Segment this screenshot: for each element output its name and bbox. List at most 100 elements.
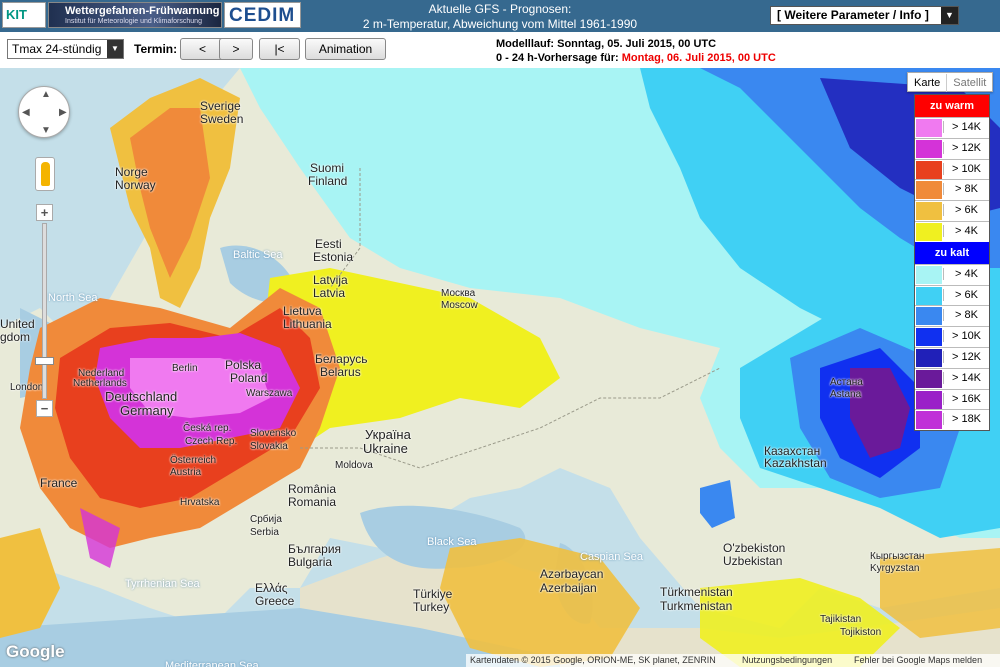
street-view-pegman-icon[interactable] — [35, 157, 55, 191]
map-label: Czech Rep. — [185, 436, 238, 447]
tab-karte[interactable]: Karte — [908, 74, 946, 92]
chevron-down-icon: ▼ — [941, 7, 958, 24]
legend-swatch — [916, 328, 942, 347]
more-parameters-value: [ Weitere Parameter / Info ] — [777, 8, 929, 22]
legend-label: > 6K — [943, 204, 989, 217]
page-title-line1: Aktuelle GFS - Prognosen: — [428, 2, 572, 16]
map-label: Finland — [308, 174, 348, 188]
map-label: Turkey — [413, 600, 450, 614]
variable-select[interactable]: Tmax 24-stündig ▼ — [7, 39, 124, 59]
termin-label: Termin: — [134, 42, 178, 56]
map-canvas[interactable]: Sverige Sweden Norge Norway Suomi Finland Balt… — [0, 68, 1000, 667]
legend-label: > 18K — [943, 413, 989, 426]
terms-link[interactable]: Nutzungsbedingungen — [742, 655, 832, 665]
map-label: Mediterranean Sea — [165, 660, 259, 667]
cedim-logo[interactable]: CEDIM — [224, 2, 301, 28]
map-label: Romania — [288, 495, 337, 509]
map-label: North Sea — [48, 292, 98, 304]
legend-label: > 4K — [943, 224, 989, 237]
warning-banner-subtitle: Institut für Meteorologie und Klimaforsc… — [65, 18, 202, 25]
legend-swatch — [916, 286, 942, 305]
map-label: Warszawa — [246, 388, 293, 399]
zoom-slider-track[interactable] — [42, 223, 47, 399]
map-label: Caspian Sea — [580, 551, 643, 563]
pan-up-icon[interactable]: ▲ — [41, 89, 51, 100]
more-parameters-select[interactable]: [ Weitere Parameter / Info ] ▼ — [770, 6, 959, 25]
forecast-prefix: 0 - 24 h-Vorhersage für: — [496, 52, 622, 64]
legend-swatch — [916, 390, 942, 409]
legend-row: > 8K — [915, 179, 989, 200]
report-error-link[interactable]: Fehler bei Google Maps melden — [854, 655, 982, 665]
legend-cold-rows: > 4K > 6K > 8K > 10K > 12K > 14K > 16K > 18K — [915, 263, 989, 430]
legend-label: > 12K — [943, 141, 989, 154]
map-label: Turkmenistan — [660, 599, 733, 613]
pan-left-icon[interactable]: ◀ — [22, 107, 30, 118]
legend-row: > 10K — [915, 158, 989, 180]
legend-row: > 12K — [915, 137, 989, 159]
map-label: Moscow — [441, 300, 478, 311]
zoom-in-button[interactable]: + — [36, 204, 53, 221]
kit-logo[interactable]: KIT — [2, 2, 46, 28]
warning-banner-logo[interactable]: Wetter­gefahren-Frühwarnung Institut für… — [48, 2, 222, 28]
map-label: gdom — [0, 330, 31, 344]
animation-button[interactable]: Animation — [305, 38, 386, 60]
map-label: Uzbekistan — [723, 554, 783, 568]
map-label: Slovensko — [250, 428, 297, 439]
map-label: Србија — [250, 514, 282, 525]
attribution-data: Kartendaten © 2015 Google, ORION-ME, SK … — [470, 655, 716, 665]
legend-label: > 10K — [943, 162, 989, 175]
variable-select-value: Tmax 24-stündig — [12, 42, 102, 56]
legend-swatch — [916, 307, 942, 326]
chevron-down-icon: ▼ — [107, 40, 123, 58]
map-label: Україна — [365, 427, 411, 442]
map-label: London — [10, 382, 44, 393]
map-label: Sweden — [200, 112, 244, 126]
page-title: Aktuelle GFS - Prognosen: 2 m-Temperatur… — [350, 2, 650, 32]
legend-row: > 14K — [915, 117, 989, 138]
legend-swatch — [916, 222, 942, 241]
map-label: Baltic Sea — [233, 249, 283, 261]
legend-row: > 4K — [915, 263, 989, 285]
kit-logo-text: KIT — [6, 7, 27, 22]
pan-right-icon[interactable]: ▶ — [59, 107, 67, 118]
legend-label: > 14K — [943, 371, 989, 384]
map-label: Azerbaijan — [540, 581, 597, 595]
map-label: Kazakhstan — [764, 456, 827, 470]
map-attribution: Kartendaten © 2015 Google, ORION-ME, SK … — [466, 654, 1000, 667]
pan-down-icon[interactable]: ▼ — [41, 125, 51, 136]
map-label: Netherlands — [73, 378, 127, 389]
map-label: Belarus — [320, 365, 361, 379]
header-bar: KIT Wetter­gefahren-Frühwarnung Institut… — [0, 0, 1000, 32]
legend-label: > 4K — [943, 267, 989, 280]
zoom-out-button[interactable]: − — [36, 400, 53, 417]
legend: zu warm > 14K > 12K > 10K > 8K > 6K > 4K zu k… — [914, 94, 990, 432]
legend-label: > 6K — [943, 288, 989, 301]
next-time-button[interactable]: > — [219, 38, 253, 60]
legend-row: > 4K — [915, 220, 989, 242]
legend-swatch — [916, 160, 942, 179]
legend-label: > 8K — [943, 183, 989, 196]
legend-swatch — [916, 265, 942, 284]
map-label: Astana — [830, 389, 862, 400]
legend-label: > 14K — [943, 121, 989, 133]
first-time-button[interactable]: |< — [259, 38, 300, 60]
map-label: Slovakia — [250, 441, 288, 452]
legend-label: > 8K — [943, 309, 989, 322]
cedim-logo-text: CEDIM — [229, 5, 296, 26]
map-label: Moldova — [335, 460, 373, 471]
google-logo[interactable]: Google — [6, 642, 65, 662]
legend-row: > 10K — [915, 326, 989, 347]
map-label: Latvia — [313, 286, 346, 300]
map-label: Norway — [115, 178, 156, 192]
map-label: Lithuania — [283, 317, 332, 331]
legend-row: > 8K — [915, 305, 989, 326]
pan-control[interactable]: ▲ ▼ ◀ ▶ — [18, 86, 70, 138]
zoom-slider-thumb[interactable] — [35, 357, 54, 365]
legend-swatch — [916, 181, 942, 200]
map-label: Greece — [255, 594, 295, 608]
map-label: Tyrrhenian Sea — [125, 578, 200, 590]
forecast-valid-text: 0 - 24 h-Vorhersage für: Montag, 06. Jul… — [496, 52, 776, 64]
map-label: Poland — [230, 371, 268, 385]
legend-row: > 18K — [915, 409, 989, 430]
tab-satellit[interactable]: Satellit — [946, 74, 992, 92]
